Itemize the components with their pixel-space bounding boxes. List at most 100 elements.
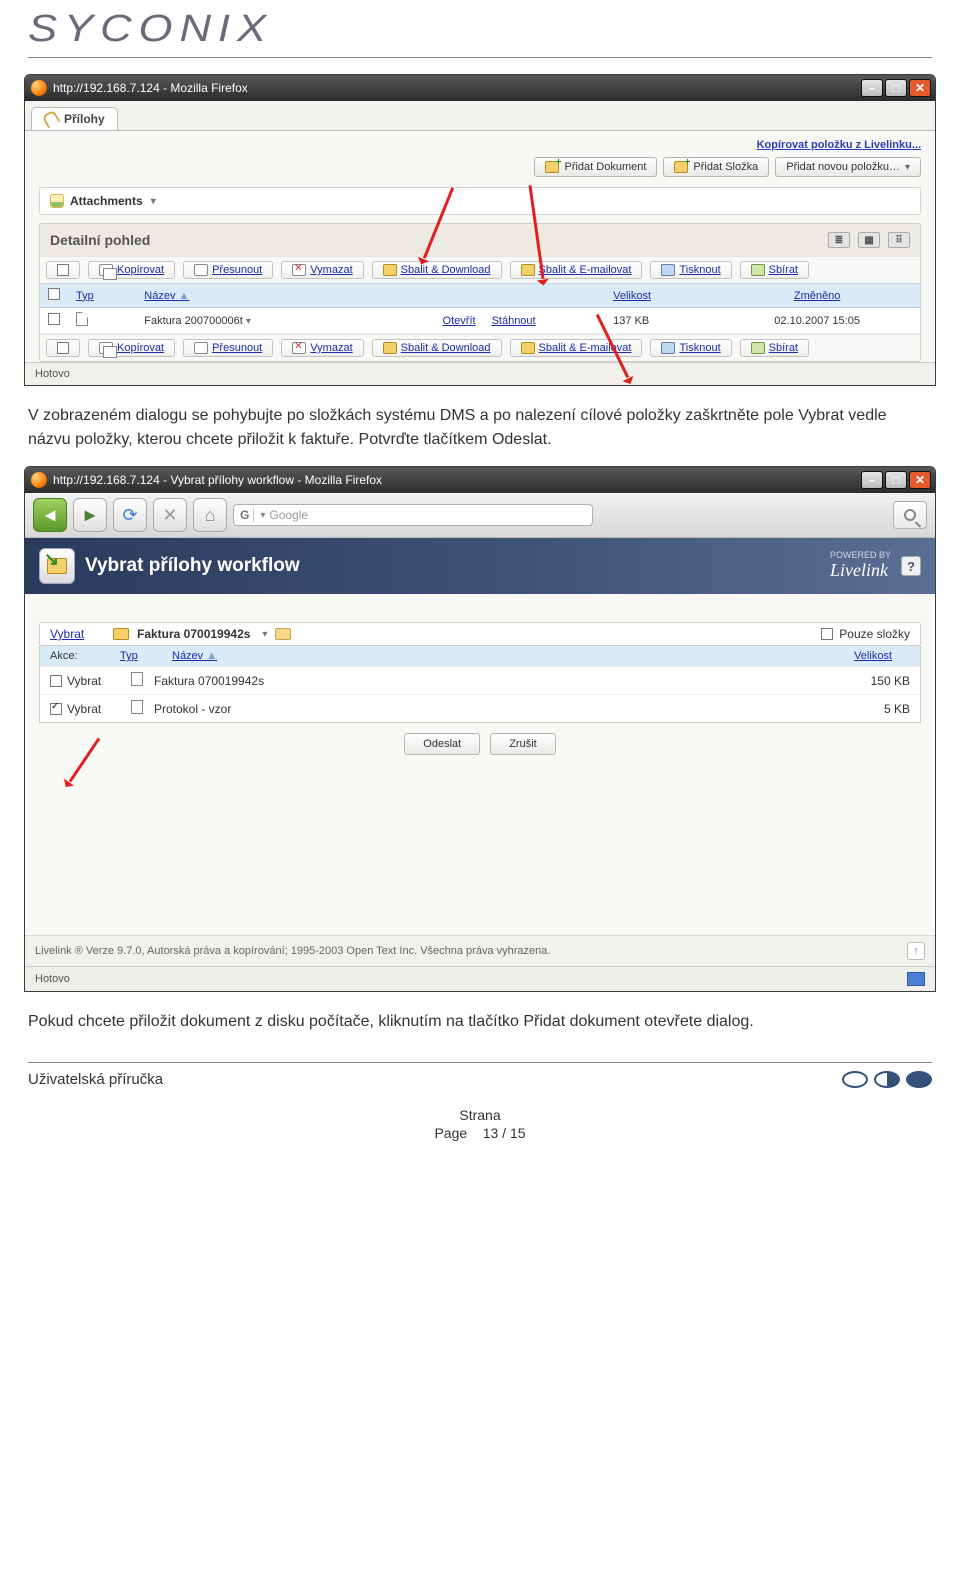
row-name: Faktura 070019942s <box>154 674 830 688</box>
tool-collect[interactable]: Sbírat <box>740 339 809 357</box>
tool-copy[interactable]: Kopírovat <box>88 339 175 357</box>
vybrat-link[interactable]: Vybrat <box>50 627 105 641</box>
row-name: Faktura 200700006t ▾ <box>136 308 384 334</box>
refresh-button[interactable]: ⟳ <box>113 498 147 532</box>
tool-print[interactable]: Tisknout <box>650 339 731 357</box>
add-new-item-button[interactable]: Přidat novou položku… ▾ <box>775 157 921 177</box>
home-button[interactable]: ⌂ <box>193 498 227 532</box>
row-checkbox[interactable] <box>50 675 62 687</box>
add-folder-icon <box>674 161 688 173</box>
tool-pack-email[interactable]: Sbalit & E-mailovat <box>510 261 643 279</box>
folder-selector-row: Vybrat Faktura 070019942s ▾ Pouze složky <box>39 622 921 646</box>
tool-pack-download[interactable]: Sbalit & Download <box>372 261 502 279</box>
firefox-window-2: http://192.168.7.124 - Vybrat přílohy wo… <box>24 466 936 992</box>
col-typ[interactable]: Typ <box>120 650 154 662</box>
footer-left: Uživatelská příručka <box>28 1071 163 1088</box>
maximize-button[interactable]: □ <box>885 471 907 489</box>
col-typ[interactable]: Typ <box>68 284 136 308</box>
row-checkbox[interactable] <box>48 313 60 325</box>
view-grid-icon[interactable]: ▦ <box>858 232 880 248</box>
file-icon <box>76 312 88 326</box>
tab-prilohy[interactable]: Přílohy <box>31 107 118 130</box>
chevron-down-icon[interactable]: ▾ <box>262 629 267 640</box>
open-link[interactable]: Otevřít <box>443 315 476 327</box>
copy-from-livelink-link[interactable]: Kopírovat položku z Livelinku... <box>757 139 921 151</box>
instruction-paragraph-1: V zobrazeném dialogu se pohybujte po slo… <box>28 404 932 452</box>
file-icon <box>131 700 143 714</box>
help-button[interactable]: ? <box>901 556 921 576</box>
send-button[interactable]: Odeslat <box>404 733 480 755</box>
row-date: 02.10.2007 15:05 <box>714 308 920 334</box>
tool-move[interactable]: Přesunout <box>183 339 273 357</box>
view-compact-icon[interactable]: ⠿ <box>888 232 910 248</box>
row-name: Protokol - vzor <box>154 702 830 716</box>
search-button[interactable] <box>893 501 927 529</box>
instruction-paragraph-2: Pokud chcete přiložit dokument z disku p… <box>28 1010 932 1034</box>
col-velikost[interactable]: Velikost <box>812 650 892 662</box>
row-size: 150 KB <box>830 674 910 688</box>
firefox-icon <box>31 80 47 96</box>
tool-delete[interactable]: Vymazat <box>281 339 363 357</box>
chevron-down-icon: ▾ <box>905 162 910 173</box>
col-zmeneno[interactable]: Změněno <box>714 284 920 308</box>
table-row[interactable]: Vybrat Protokol - vzor 5 KB <box>40 694 920 722</box>
firefox-icon <box>31 472 47 488</box>
select-items-table: Akce: Typ Název ▲ Velikost Vybrat Faktur… <box>39 646 921 723</box>
tool-print[interactable]: Tisknout <box>650 261 731 279</box>
only-folders-checkbox[interactable] <box>821 628 833 640</box>
only-folders-label: Pouze složky <box>839 627 910 641</box>
add-folder-button[interactable]: Přidat Složka <box>663 157 769 177</box>
scroll-top-button[interactable]: ↑ <box>907 942 925 960</box>
tool-copy[interactable]: Kopírovat <box>88 261 175 279</box>
workflow-folder-icon <box>39 548 75 584</box>
col-akce: Akce: <box>50 650 120 662</box>
back-button[interactable]: ◄ <box>33 498 67 532</box>
col-nazev[interactable]: Název ▲ <box>172 650 794 662</box>
tool-pack-email[interactable]: Sbalit & E-mailovat <box>510 339 643 357</box>
view-list-icon[interactable]: ≣ <box>828 232 850 248</box>
add-document-label: Přidat Dokument <box>564 161 646 173</box>
tool-collect[interactable]: Sbírat <box>740 261 809 279</box>
detail-title: Detailní pohled <box>50 232 150 248</box>
livelink-footer-text: Livelink ® Verze 9.7.0, Autorská práva a… <box>35 945 550 957</box>
checkbox-all-top[interactable] <box>46 261 80 279</box>
add-new-item-label: Přidat novou položku… <box>786 161 900 173</box>
brand-logo: SYCONIX <box>28 8 960 51</box>
checkbox-header[interactable] <box>48 288 60 300</box>
download-link[interactable]: Stáhnout <box>492 315 536 327</box>
search-icon <box>904 509 916 521</box>
footer-logo-dots <box>842 1071 932 1088</box>
minimize-button[interactable]: – <box>861 471 883 489</box>
window-title-2: http://192.168.7.124 - Vybrat přílohy wo… <box>53 473 861 487</box>
oval-half-icon <box>874 1071 900 1088</box>
search-box[interactable]: G ▾ Google <box>233 504 593 526</box>
row-size: 137 KB <box>605 308 714 334</box>
attachment-icon <box>50 194 64 208</box>
add-folder-label: Přidat Složka <box>693 161 758 173</box>
search-placeholder: Google <box>269 508 308 522</box>
table-row[interactable]: Faktura 200700006t ▾ Otevřít Stáhnout 13… <box>40 308 920 334</box>
close-button[interactable]: ✕ <box>909 471 931 489</box>
close-button[interactable]: ✕ <box>909 79 931 97</box>
firefox-window-1: http://192.168.7.124 - Mozilla Firefox –… <box>24 74 936 386</box>
stop-button[interactable]: ✕ <box>153 498 187 532</box>
row-checkbox[interactable] <box>50 703 62 715</box>
current-folder-name: Faktura 070019942s <box>137 627 250 641</box>
forward-button[interactable]: ► <box>73 498 107 532</box>
table-row[interactable]: Vybrat Faktura 070019942s 150 KB <box>40 666 920 694</box>
minimize-button[interactable]: – <box>861 79 883 97</box>
tool-delete[interactable]: Vymazat <box>281 261 363 279</box>
add-document-button[interactable]: Přidat Dokument <box>534 157 657 177</box>
cancel-button[interactable]: Zrušit <box>490 733 556 755</box>
col-velikost[interactable]: Velikost <box>605 284 714 308</box>
tool-pack-download[interactable]: Sbalit & Download <box>372 339 502 357</box>
up-folder-icon[interactable] <box>275 628 291 640</box>
window-title-1: http://192.168.7.124 - Mozilla Firefox <box>53 81 861 95</box>
dialog-title: Vybrat přílohy workflow <box>85 555 300 577</box>
checkbox-all-bottom[interactable] <box>46 339 80 357</box>
tool-move[interactable]: Přesunout <box>183 261 273 279</box>
chevron-down-icon[interactable]: ▾ <box>151 196 156 207</box>
maximize-button[interactable]: □ <box>885 79 907 97</box>
col-nazev[interactable]: Název ▲ <box>136 284 384 308</box>
status-bar-2: Hotovo <box>35 973 70 985</box>
